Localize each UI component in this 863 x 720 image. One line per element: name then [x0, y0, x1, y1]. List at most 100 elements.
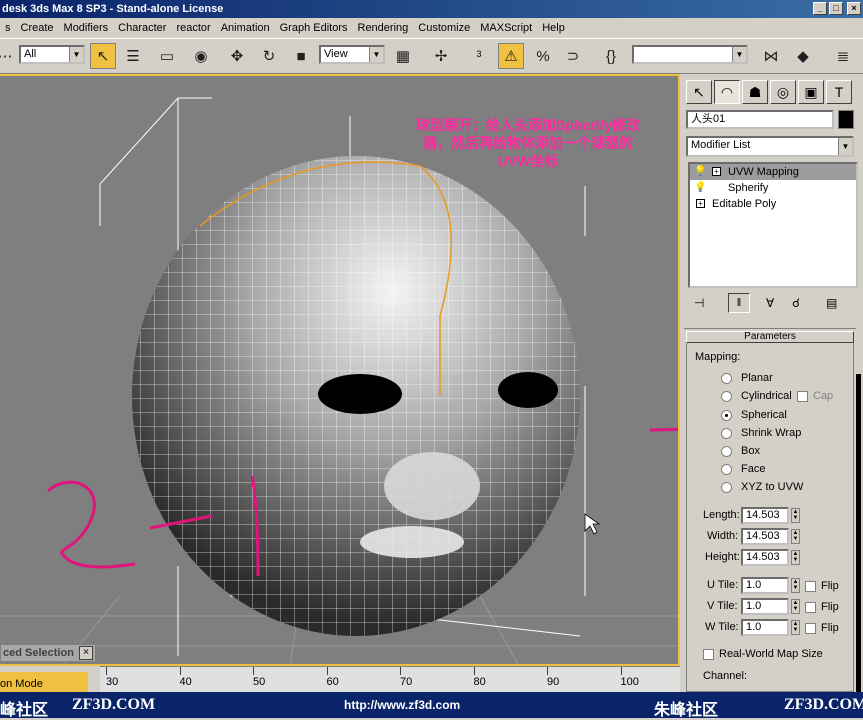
configure-sets-icon[interactable]: ▤ — [826, 296, 837, 310]
make-unique-icon[interactable]: ∀ — [766, 296, 774, 310]
menu-graph-editors[interactable]: Graph Editors — [275, 22, 353, 34]
vtile-spinner[interactable]: ▲ ▼ — [791, 599, 800, 614]
menu-views[interactable]: s — [0, 22, 16, 34]
handwritten-two — [46, 480, 136, 569]
w-flip-label: Flip — [821, 622, 839, 634]
bottom-bar: ced Selection × on Mode 30 40 50 60 70 80 90 10… — [0, 644, 680, 692]
radio-cylindrical[interactable] — [721, 391, 732, 402]
ruler-tick-label: 40 — [179, 676, 192, 688]
radio-xyz-to-uvw[interactable] — [721, 482, 732, 493]
rectangular-selection-icon[interactable]: ▭ — [154, 43, 180, 69]
width-field[interactable]: 14.503 — [741, 528, 789, 545]
radio-cylindrical-label: Cylindrical — [741, 390, 792, 402]
viewport-annotation: 球型展开：给人头添加Spherify修改器，然后再给物体添加一个球型的UVW坐标 — [415, 117, 640, 169]
spinner-snap-icon[interactable]: ⊃ — [560, 43, 586, 69]
utile-field[interactable]: 1.0 — [741, 577, 789, 594]
angle-snap-icon[interactable]: ⚠ — [498, 43, 524, 69]
radio-face[interactable] — [721, 464, 732, 475]
object-color-swatch[interactable] — [838, 110, 854, 129]
vtile-field[interactable]: 1.0 — [741, 598, 789, 615]
expand-icon[interactable]: + — [696, 199, 705, 208]
menu-character[interactable]: Character — [113, 22, 171, 34]
bulb-icon[interactable]: 💡 — [694, 180, 706, 196]
menu-rendering[interactable]: Rendering — [353, 22, 414, 34]
hierarchy-tab-icon[interactable]: ☗ — [742, 80, 768, 104]
menu-reactor[interactable]: reactor — [171, 22, 215, 34]
rotate-icon[interactable]: ↻ — [256, 43, 282, 69]
radio-box[interactable] — [721, 446, 732, 457]
snap-3d-icon[interactable]: ³ — [466, 43, 492, 69]
select-by-name-icon[interactable]: ☰ — [120, 43, 146, 69]
create-tab-icon[interactable]: ↖ — [686, 80, 712, 104]
motion-tab-icon[interactable]: ◎ — [770, 80, 796, 104]
show-end-result-icon[interactable]: ‖ — [728, 293, 750, 313]
named-selection-dropdown[interactable]: ▼ — [632, 45, 748, 64]
align-icon[interactable]: ◆ — [790, 43, 816, 69]
utilities-tab-icon[interactable]: T — [826, 80, 852, 104]
width-spinner[interactable]: ▲ ▼ — [791, 529, 800, 544]
select-object-icon[interactable]: ↖ — [90, 43, 116, 69]
bulb-icon[interactable]: 💡 — [694, 164, 706, 180]
mode-indicator[interactable]: on Mode — [0, 672, 88, 692]
perspective-viewport[interactable]: 球型展开：给人头添加Spherify修改器，然后再给物体添加一个球型的UVW坐标 — [0, 74, 680, 666]
modify-tab-icon[interactable]: ◠ — [714, 80, 740, 104]
wtile-field[interactable]: 1.0 — [741, 619, 789, 636]
display-tab-icon[interactable]: ▣ — [798, 80, 824, 104]
radio-spherical[interactable] — [721, 410, 732, 421]
u-flip-checkbox[interactable] — [805, 581, 816, 592]
scale-icon[interactable]: ■ — [288, 43, 314, 69]
close-icon[interactable]: × — [79, 646, 93, 660]
menu-modifiers[interactable]: Modifiers — [59, 22, 114, 34]
w-flip-checkbox[interactable] — [805, 623, 816, 634]
unlink-icon[interactable]: ⋯ — [0, 43, 18, 69]
manipulate-icon[interactable]: ✢ — [428, 43, 454, 69]
mirror-icon[interactable]: ⋈ — [758, 43, 784, 69]
height-spinner[interactable]: ▲ ▼ — [791, 550, 800, 565]
length-spinner[interactable]: ▲ ▼ — [791, 508, 800, 523]
window-crossing-icon[interactable]: ◉ — [188, 43, 214, 69]
mouse-cursor — [584, 513, 601, 535]
ruler-tick-label: 100 — [620, 676, 639, 688]
move-icon[interactable]: ✥ — [224, 43, 250, 69]
menu-help[interactable]: Help — [537, 22, 570, 34]
modifier-list-dropdown[interactable]: Modifier List ▼ — [686, 136, 854, 157]
cap-checkbox[interactable] — [797, 391, 808, 402]
wtile-spinner[interactable]: ▲ ▼ — [791, 620, 800, 635]
percent-snap-icon[interactable]: % — [530, 43, 556, 69]
minimize-button[interactable]: _ — [813, 2, 827, 15]
pivot-center-icon[interactable]: ▦ — [390, 43, 416, 69]
track-bar[interactable]: 30 40 50 60 70 80 90 100 — [100, 666, 680, 692]
object-name-field[interactable]: 人头01 — [686, 110, 834, 129]
edit-named-selection-icon[interactable]: {} — [598, 43, 624, 69]
real-world-map-size-label: Real-World Map Size — [719, 648, 823, 660]
length-field[interactable]: 14.503 — [741, 507, 789, 524]
v-flip-checkbox[interactable] — [805, 602, 816, 613]
utile-spinner[interactable]: ▲ ▼ — [791, 578, 800, 593]
radio-planar-label: Planar — [741, 372, 773, 384]
pin-stack-icon[interactable]: ⊣ — [694, 296, 704, 310]
nose-mesh — [384, 452, 480, 520]
close-button[interactable]: × — [847, 2, 861, 15]
menu-create[interactable]: Create — [16, 22, 59, 34]
stack-item-label: Spherify — [728, 182, 769, 194]
wtile-value: 1.0 — [746, 621, 762, 633]
rollout-header[interactable]: Parameters — [686, 331, 854, 343]
height-field[interactable]: 14.503 — [741, 549, 789, 566]
expand-icon[interactable]: + — [712, 167, 721, 176]
rollout-title: Parameters — [744, 331, 796, 342]
remove-modifier-icon[interactable]: ☌ — [792, 296, 800, 310]
stack-item-spherify[interactable]: 💡 Spherify — [690, 180, 856, 196]
maximize-button[interactable]: □ — [829, 2, 843, 15]
reference-coord-dropdown[interactable]: View ▼ — [319, 45, 385, 64]
menu-customize[interactable]: Customize — [413, 22, 475, 34]
real-world-map-size-checkbox[interactable] — [703, 649, 714, 660]
stack-item-editable-poly[interactable]: + Editable Poly — [690, 196, 856, 212]
layer-manager-icon[interactable]: ≣ — [830, 43, 856, 69]
menu-maxscript[interactable]: MAXScript — [475, 22, 537, 34]
selection-filter-dropdown[interactable]: All ▼ — [19, 45, 85, 64]
radio-planar[interactable] — [721, 373, 732, 384]
panel-scrollbar[interactable] — [856, 374, 861, 692]
radio-shrink-wrap[interactable] — [721, 428, 732, 439]
menu-animation[interactable]: Animation — [216, 22, 275, 34]
stack-item-uvw-mapping[interactable]: 💡 + UVW Mapping — [690, 164, 856, 180]
